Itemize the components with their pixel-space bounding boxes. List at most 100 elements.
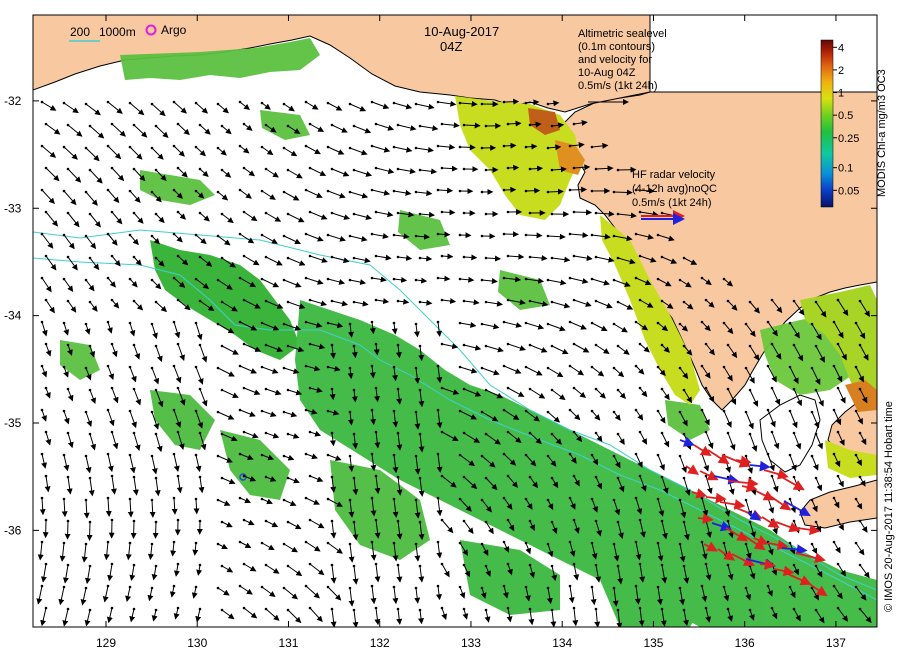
velocity-origin-dot bbox=[282, 498, 286, 502]
velocity-origin-dot bbox=[176, 122, 180, 126]
velocity-origin-dot bbox=[814, 432, 818, 436]
velocity-origin-dot bbox=[352, 212, 356, 216]
velocity-origin-dot bbox=[480, 454, 484, 458]
velocity-origin-dot bbox=[220, 256, 224, 260]
velocity-origin-dot bbox=[264, 343, 268, 347]
velocity-origin-dot bbox=[128, 233, 132, 237]
velocity-origin-dot bbox=[458, 101, 462, 105]
velocity-origin-dot bbox=[396, 123, 400, 127]
velocity-origin-dot bbox=[264, 607, 268, 611]
velocity-origin-dot bbox=[40, 364, 44, 368]
velocity-origin-dot bbox=[722, 541, 726, 545]
velocity-origin-dot bbox=[66, 475, 70, 479]
velocity-origin-dot bbox=[238, 452, 242, 456]
velocity-origin-dot bbox=[462, 475, 466, 479]
velocity-origin-dot bbox=[282, 146, 286, 150]
velocity-origin-dot bbox=[128, 189, 132, 193]
velocity-origin-dot bbox=[176, 386, 180, 390]
velocity-origin-dot bbox=[154, 564, 158, 568]
velocity-origin-dot bbox=[660, 563, 664, 567]
velocity-origin-dot bbox=[528, 519, 532, 523]
velocity-origin-dot bbox=[414, 410, 418, 414]
velocity-origin-dot bbox=[792, 475, 796, 479]
velocity-origin-dot bbox=[352, 388, 356, 392]
altimetry-line-4: 10-Aug 04Z bbox=[578, 67, 636, 79]
velocity-origin-dot bbox=[616, 608, 620, 612]
velocity-origin-dot bbox=[418, 564, 422, 568]
velocity-origin-dot bbox=[88, 608, 92, 612]
velocity-origin-dot bbox=[194, 321, 198, 325]
velocity-origin-dot bbox=[858, 431, 862, 435]
velocity-origin-dot bbox=[550, 608, 554, 612]
velocity-origin-dot bbox=[62, 145, 66, 149]
velocity-origin-dot bbox=[440, 342, 444, 346]
velocity-origin-dot bbox=[788, 541, 792, 545]
velocity-origin-dot bbox=[436, 100, 440, 104]
velocity-origin-dot bbox=[242, 430, 246, 434]
velocity-arrow bbox=[441, 253, 454, 260]
velocity-origin-dot bbox=[106, 188, 110, 192]
velocity-origin-dot bbox=[396, 519, 400, 523]
velocity-origin-dot bbox=[568, 320, 572, 324]
velocity-origin-dot bbox=[132, 387, 136, 391]
velocity-origin-dot bbox=[810, 498, 814, 502]
velocity-origin-dot bbox=[44, 606, 48, 610]
velocity-origin-dot bbox=[308, 518, 312, 522]
velocity-origin-dot bbox=[260, 409, 264, 413]
velocity-origin-dot bbox=[44, 298, 48, 302]
velocity-origin-dot bbox=[854, 365, 858, 369]
velocity-origin-dot bbox=[436, 408, 440, 412]
velocity-origin-dot bbox=[308, 254, 312, 258]
velocity-origin-dot bbox=[370, 276, 374, 280]
velocity-origin-dot bbox=[766, 452, 770, 456]
velocity-origin-dot bbox=[524, 145, 528, 149]
velocity-origin-dot bbox=[660, 255, 664, 259]
velocity-origin-dot bbox=[238, 496, 242, 500]
colorbar-title: MODIS Chl-a mg/m3 OC3 bbox=[876, 69, 888, 197]
velocity-origin-dot bbox=[308, 122, 312, 126]
x-tick-label: 137 bbox=[826, 636, 846, 650]
velocity-origin-dot bbox=[242, 606, 246, 610]
velocity-origin-dot bbox=[260, 585, 264, 589]
velocity-origin-dot bbox=[590, 365, 594, 369]
velocity-origin-dot bbox=[242, 562, 246, 566]
velocity-origin-dot bbox=[678, 454, 682, 458]
velocity-arrow bbox=[503, 98, 520, 105]
velocity-origin-dot bbox=[40, 408, 44, 412]
velocity-origin-dot bbox=[154, 168, 158, 172]
velocity-origin-dot bbox=[348, 542, 352, 546]
velocity-origin-dot bbox=[550, 124, 554, 128]
velocity-origin-dot bbox=[304, 144, 308, 148]
velocity-origin-dot bbox=[858, 387, 862, 391]
velocity-origin-dot bbox=[330, 343, 334, 347]
velocity-origin-dot bbox=[66, 167, 70, 171]
velocity-origin-dot bbox=[282, 102, 286, 106]
velocity-origin-dot bbox=[528, 255, 532, 259]
colorbar-gradient bbox=[820, 39, 834, 208]
velocity-origin-dot bbox=[418, 212, 422, 216]
velocity-origin-dot bbox=[462, 519, 466, 523]
velocity-origin-dot bbox=[62, 409, 66, 413]
velocity-origin-dot bbox=[854, 453, 858, 457]
velocity-origin-dot bbox=[616, 564, 620, 568]
velocity-origin-dot bbox=[440, 518, 444, 522]
velocity-origin-dot bbox=[106, 496, 110, 500]
velocity-origin-dot bbox=[392, 365, 396, 369]
velocity-origin-dot bbox=[612, 542, 616, 546]
velocity-origin-dot bbox=[568, 584, 572, 588]
velocity-origin-dot bbox=[326, 321, 330, 325]
velocity-origin-dot bbox=[154, 212, 158, 216]
velocity-origin-dot bbox=[172, 408, 176, 412]
velocity-origin-dot bbox=[370, 232, 374, 236]
velocity-origin-dot bbox=[612, 454, 616, 458]
y-tick-label: -32 bbox=[4, 94, 22, 108]
velocity-origin-dot bbox=[524, 453, 528, 457]
velocity-origin-dot bbox=[40, 188, 44, 192]
velocity-origin-dot bbox=[414, 498, 418, 502]
velocity-origin-dot bbox=[506, 166, 510, 170]
velocity-origin-dot bbox=[660, 607, 664, 611]
velocity-origin-dot bbox=[84, 366, 88, 370]
velocity-origin-dot bbox=[238, 364, 242, 368]
velocity-origin-dot bbox=[832, 540, 836, 544]
velocity-origin-dot bbox=[524, 409, 528, 413]
